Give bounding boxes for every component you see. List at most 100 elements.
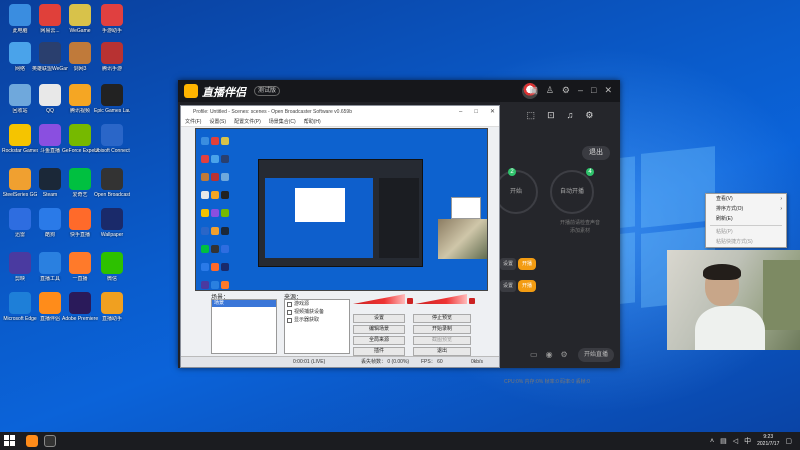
auto-start-button[interactable]: 自动开播	[550, 170, 594, 214]
cog-icon[interactable]: ⚙	[561, 350, 568, 359]
settings-button[interactable]: 设置	[353, 314, 405, 323]
obs-menu-item[interactable]: 设置(S)	[209, 118, 226, 126]
volume-icon[interactable]: ◁	[733, 437, 738, 445]
desktop-icon[interactable]: 快手直播	[62, 208, 98, 238]
desktop-icon[interactable]: Ubisoft Connect	[94, 124, 130, 154]
desktop-icon[interactable]: 腾讯手游	[94, 42, 130, 72]
desktop-icon[interactable]: 腾讯视频	[62, 84, 98, 114]
desktop-icon-label: 直播助手	[101, 316, 122, 322]
source-item[interactable]: 视频捕获设备	[285, 308, 349, 316]
obs-menu-item[interactable]: 场景集合(C)	[269, 118, 296, 126]
desktop-icon[interactable]: 一直播	[62, 252, 98, 282]
desktop: 此电脑网易云...WeGame手游助手网络英雄联盟WeGame版剑网3腾讯手游回…	[0, 0, 800, 432]
system-clock[interactable]: 9:23 2021/7/17	[757, 434, 779, 448]
chevron-up-icon[interactable]: ˄	[710, 438, 714, 445]
plugins-button[interactable]: 插件	[353, 347, 405, 356]
obs-titlebar[interactable]: Profile: Untitled - Scenes: scenes - Ope…	[181, 106, 499, 118]
preview-desktop-icons	[200, 133, 234, 290]
context-menu-item[interactable]: 粘贴(P)	[706, 227, 786, 237]
start-live-button[interactable]: 开始直播	[578, 348, 614, 362]
desktop-icon[interactable]: WeGame	[62, 4, 98, 34]
screen-icon[interactable]: ▣	[529, 85, 538, 95]
source-checkbox[interactable]	[287, 309, 292, 315]
gear-icon[interactable]: ⚙	[585, 110, 593, 121]
network-icon[interactable]: ▤	[720, 437, 727, 445]
desktop-icon[interactable]: 剑网3	[62, 42, 98, 72]
app-icon	[9, 124, 31, 146]
desktop-icon-label: Open Broadcaster Software	[94, 192, 130, 198]
setting-button[interactable]: 设置	[500, 258, 516, 270]
preview-mini-icon	[211, 155, 219, 163]
taskbar-app-obs-icon[interactable]	[44, 435, 56, 447]
start-recording-button[interactable]: 开始录制	[413, 325, 471, 334]
desktop-icon[interactable]: 直播助手	[94, 292, 130, 322]
obs-maximize-button[interactable]: □	[474, 106, 478, 118]
app-icon	[9, 208, 31, 230]
app-titlebar[interactable]: 直播伴侣 测试版 ▣ ♙ ⚙ – □ ✕	[178, 80, 620, 102]
desktop-icon-label: Ubisoft Connect	[94, 148, 130, 154]
speaker-icon[interactable]	[469, 298, 475, 304]
obs-exit-button[interactable]: 退出	[413, 347, 471, 356]
desktop-icon-label: 手游助手	[101, 28, 122, 34]
start-circle-button[interactable]: 开始	[494, 170, 538, 214]
desktop-icon[interactable]: Wallpaper	[94, 208, 130, 238]
exit-button[interactable]: 退出	[582, 146, 610, 160]
desktop-context-menu[interactable]: 查看(V) › 排序方式(O) › 刷新(E) 粘贴(P) 粘贴快捷方式(S)	[705, 193, 787, 248]
camera-icon[interactable]: ▭	[530, 350, 538, 359]
desktop-icon[interactable]: Epic Games Launcher	[94, 84, 130, 114]
desktop-volume-meter[interactable]	[415, 294, 467, 304]
webcam-overlay	[667, 250, 800, 350]
desktop-icon[interactable]: GeForce Experience	[62, 124, 98, 154]
setting-button-2[interactable]: 设置	[500, 280, 516, 292]
context-menu-item[interactable]: 查看(V) ›	[706, 194, 786, 204]
app-version-badge: 测试版	[254, 86, 281, 96]
context-menu-item[interactable]: 排序方式(O) ›	[706, 204, 786, 214]
lock-icon[interactable]: ⊡	[547, 110, 555, 121]
eye-icon[interactable]: ◉	[546, 350, 553, 359]
close-button[interactable]: ✕	[604, 85, 612, 95]
obs-menu-item[interactable]: 帮助(H)	[304, 118, 321, 126]
mic-icon[interactable]	[407, 298, 413, 304]
preview-mini-icon	[221, 191, 229, 199]
desktop-icon[interactable]: 爱奇艺	[62, 168, 98, 198]
screenshot-preview-button[interactable]: 截图预览	[413, 336, 471, 345]
start-button[interactable]	[4, 435, 16, 447]
desktop-icon[interactable]: 微信	[94, 252, 130, 282]
app-icon	[69, 292, 91, 314]
bell-icon[interactable]: ♫	[567, 110, 574, 121]
global-sources-button[interactable]: 全局来源	[353, 336, 405, 345]
ime-icon[interactable]: 中	[744, 436, 751, 446]
desktop-icon[interactable]: 手游助手	[94, 4, 130, 34]
minimize-button[interactable]: –	[578, 85, 583, 95]
obs-menu-item[interactable]: 配置文件(P)	[234, 118, 261, 126]
maximize-button[interactable]: □	[591, 85, 596, 95]
obs-menu-item[interactable]: 文件(F)	[185, 118, 201, 126]
obs-window[interactable]: Profile: Untitled - Scenes: scenes - Ope…	[180, 105, 500, 368]
source-item[interactable]: 显示器获取	[285, 316, 349, 324]
context-menu-item[interactable]: 粘贴快捷方式(S)	[706, 237, 786, 247]
go-live-button[interactable]: 开播	[518, 258, 536, 270]
source-checkbox[interactable]	[287, 317, 292, 323]
desktop-icon[interactable]: Open Broadcaster Software	[94, 168, 130, 198]
desktop-icon[interactable]: Adobe Premiere	[62, 292, 98, 322]
obs-minimize-button[interactable]: –	[459, 106, 462, 118]
go-live-button-2[interactable]: 开播	[518, 280, 536, 292]
gift-icon[interactable]: ⬚	[527, 110, 536, 121]
shirt-icon[interactable]: ♙	[546, 85, 554, 95]
scene-item[interactable]: 场景	[212, 300, 276, 307]
taskbar-app-streaming-icon[interactable]	[26, 435, 38, 447]
settings-icon[interactable]: ⚙	[562, 85, 570, 95]
preview-mini-icon	[211, 263, 219, 271]
notification-icon[interactable]: ▢	[785, 437, 792, 445]
obs-close-button[interactable]: ✕	[490, 106, 495, 118]
audio-mixer	[353, 294, 475, 312]
edit-scene-button[interactable]: 编辑场景	[353, 325, 405, 334]
scene-list[interactable]: 场景	[211, 299, 277, 354]
source-list[interactable]: 游戏源 视频捕获设备 显示器获取	[284, 299, 350, 354]
stop-preview-button[interactable]: 停止预览	[413, 314, 471, 323]
context-menu-item[interactable]: 刷新(E)	[706, 214, 786, 224]
mic-volume-meter[interactable]	[353, 294, 405, 304]
obs-preview[interactable]	[195, 128, 488, 291]
source-checkbox[interactable]	[287, 301, 292, 307]
source-item[interactable]: 游戏源	[285, 300, 349, 308]
